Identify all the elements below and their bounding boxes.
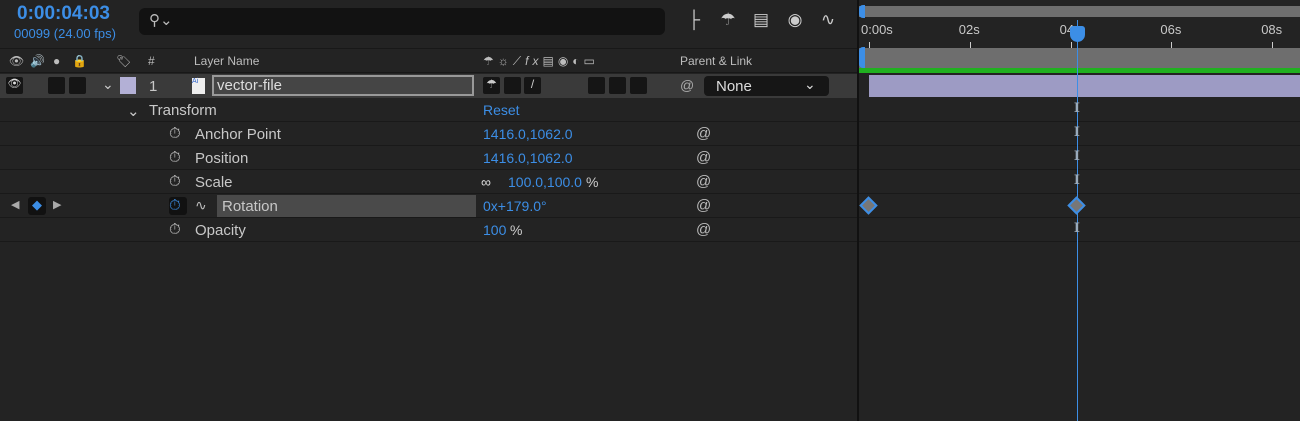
i-beam-marker-icon: I <box>1073 149 1080 164</box>
ruler-label: 08s <box>1261 22 1283 37</box>
lock-toggle[interactable] <box>69 77 86 94</box>
layer-number: 1 <box>149 78 158 95</box>
quality-switch[interactable]: / <box>524 77 541 94</box>
search-input[interactable]: ⚲⌄ <box>139 8 665 35</box>
parent-dropdown-value: None <box>716 78 752 95</box>
constrain-proportions-link-icon[interactable]: ∞ <box>481 174 491 190</box>
draft-3d-icon[interactable]: ☂ <box>716 10 740 30</box>
playhead-handle[interactable] <box>1069 26 1085 42</box>
property-value[interactable]: 100 <box>483 222 506 238</box>
ruler-label: 06s <box>1160 22 1182 37</box>
property-name: Rotation <box>222 198 278 215</box>
transform-label: Transform <box>149 102 217 119</box>
stopwatch-icon[interactable]: ⏱ <box>169 149 187 167</box>
pickwhip-icon[interactable]: @ <box>680 77 694 93</box>
pickwhip-icon[interactable]: @ <box>696 221 711 238</box>
pickwhip-icon[interactable]: @ <box>696 173 711 190</box>
parent-link-column-header: Parent & Link <box>680 54 753 68</box>
graph-icon[interactable]: ∿ <box>195 197 207 214</box>
property-value[interactable]: 100.0,100.0 <box>508 174 582 190</box>
visibility-eye-icon[interactable]: 👁 <box>6 77 23 94</box>
chevron-down-icon: ⌄ <box>804 76 816 92</box>
ruler-label: 02s <box>958 22 980 37</box>
property-row-rotation[interactable]: ◀ ◆ ▶ ⏱ ∿ Rotation 0x+179.0° @ <box>0 194 857 218</box>
property-name: Position <box>195 150 249 167</box>
property-row-position[interactable]: ⏱ Position 1416.0,1062.0 @ <box>0 146 857 170</box>
graph-editor-icon[interactable]: ∿ <box>816 10 840 30</box>
navigator-start-handle[interactable] <box>859 5 865 18</box>
stopwatch-active-icon[interactable]: ⏱ <box>169 197 187 215</box>
collapse-switch[interactable] <box>504 77 521 94</box>
parent-dropdown[interactable]: None ⌄ <box>704 76 829 96</box>
stopwatch-icon[interactable]: ⏱ <box>169 221 187 239</box>
adjustment-switch[interactable] <box>609 77 626 94</box>
3d-switch[interactable] <box>630 77 647 94</box>
render-status-bar <box>859 68 1300 73</box>
solo-toggle[interactable] <box>48 77 65 94</box>
search-icon: ⚲⌄ <box>149 12 173 29</box>
next-keyframe-icon[interactable]: ▶ <box>53 198 61 211</box>
property-value[interactable]: 0x+179.0° <box>483 198 547 214</box>
motion-blur-switch[interactable] <box>588 77 605 94</box>
property-row-scale[interactable]: ⏱ Scale ∞ 100.0,100.0 % @ <box>0 170 857 194</box>
column-header: 👁 🔊 ● 🔒 🏷 # Layer Name ☂☼⟋fx▤◉◐▭ Parent … <box>0 48 857 73</box>
layer-panel: 0:00:04:03 00099 (24.00 fps) ⚲⌄ ├ ☂ ▤ ◉ … <box>0 0 857 421</box>
property-name: Anchor Point <box>195 126 281 143</box>
pickwhip-icon[interactable]: @ <box>696 125 711 142</box>
i-beam-marker-icon: I <box>1073 125 1080 140</box>
expand-chevron-icon[interactable]: ⌄ <box>127 102 140 120</box>
add-keyframe-icon[interactable]: ◆ <box>28 197 46 215</box>
collapse-chevron-icon[interactable]: ⌄ <box>102 76 114 93</box>
property-name: Opacity <box>195 222 246 239</box>
work-area-bar[interactable] <box>859 48 1300 68</box>
i-beam-marker-icon: I <box>1073 101 1080 116</box>
pickwhip-icon[interactable]: @ <box>696 197 711 214</box>
composition-flowchart-icon[interactable]: ├ <box>682 10 706 30</box>
property-row-opacity[interactable]: ⏱ Opacity 100 % @ <box>0 218 857 242</box>
layer-duration-bar[interactable] <box>869 75 1300 97</box>
current-time-display[interactable]: 0:00:04:03 <box>17 3 110 25</box>
stopwatch-icon[interactable]: ⏱ <box>169 173 187 191</box>
frame-count: 00099 (24.00 fps) <box>14 26 116 41</box>
property-unit: % <box>510 222 523 238</box>
shy-switch[interactable]: ☂ <box>483 77 500 94</box>
layer-row[interactable]: 👁 ⌄ 1 Ai vector-file ☂ / @ None ⌄ <box>0 74 857 98</box>
audio-icon[interactable]: 🔊 <box>30 54 45 68</box>
i-beam-marker-icon: I <box>1073 173 1080 188</box>
property-unit: % <box>586 174 599 190</box>
layer-name-column-header[interactable]: Layer Name <box>194 54 259 68</box>
label-color-swatch[interactable] <box>120 77 136 94</box>
switches-icons: ☂☼⟋fx▤◉◐▭ <box>483 54 599 68</box>
pickwhip-icon[interactable]: @ <box>696 149 711 166</box>
number-column-header: # <box>148 54 155 68</box>
prev-keyframe-icon[interactable]: ◀ <box>11 198 19 211</box>
property-name: Scale <box>195 174 233 191</box>
property-value[interactable]: 1416.0,1062.0 <box>483 150 573 166</box>
illustrator-file-icon: Ai <box>192 78 205 94</box>
transform-group-row[interactable]: ⌄ Transform Reset <box>0 98 857 122</box>
lock-icon[interactable]: 🔒 <box>72 54 87 68</box>
video-eye-icon[interactable]: 👁 <box>9 54 24 68</box>
reset-link[interactable]: Reset <box>483 102 520 118</box>
stopwatch-icon[interactable]: ⏱ <box>169 125 187 143</box>
property-value[interactable]: 1416.0,1062.0 <box>483 126 573 142</box>
work-area-start-handle[interactable] <box>859 47 865 68</box>
i-beam-marker-icon: I <box>1073 221 1080 236</box>
property-row-anchor-point[interactable]: ⏱ Anchor Point 1416.0,1062.0 @ <box>0 122 857 146</box>
timeline-panel[interactable]: 0:00s02s04s06s08s IIIII <box>859 0 1300 421</box>
ruler-label: 0:00s <box>861 22 893 37</box>
frame-blending-icon[interactable]: ▤ <box>749 10 773 30</box>
motion-blur-icon[interactable]: ◉ <box>783 10 807 30</box>
time-navigator-bar[interactable] <box>859 6 1300 17</box>
solo-icon[interactable]: ● <box>53 54 60 68</box>
label-tag-icon[interactable]: 🏷 <box>116 54 131 68</box>
layer-name-field[interactable]: vector-file <box>212 75 474 96</box>
